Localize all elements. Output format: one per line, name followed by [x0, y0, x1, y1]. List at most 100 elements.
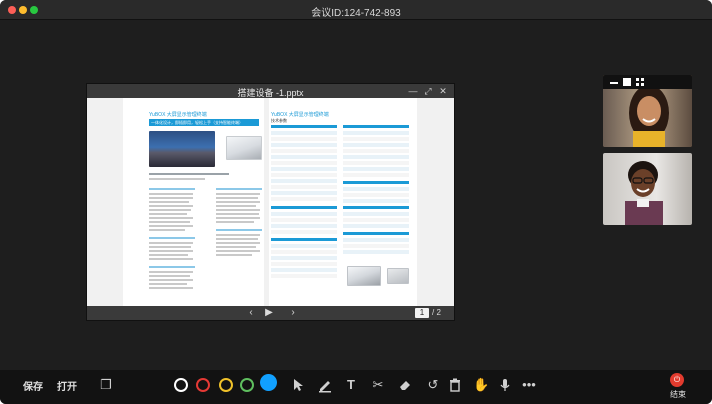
table-row [343, 244, 409, 248]
minimize-icon[interactable] [610, 82, 618, 84]
table-row [271, 224, 337, 228]
page-banner: 一体化设计，即插即用，轻松上手（支持智能终端） [149, 119, 259, 126]
undo-icon[interactable]: ↺ [425, 377, 441, 393]
text-line [149, 287, 193, 289]
app-window: 会议ID:124-742-893 搭建设备 -1.pptx — ⤢ ✕ YuBO… [0, 0, 712, 404]
page-number-input[interactable]: 1 [415, 308, 429, 318]
text-line [216, 229, 262, 231]
table-row [343, 173, 409, 177]
table-row [271, 155, 337, 159]
table-header [271, 206, 337, 209]
bottom-toolbar: 保存 打开 ❐ T ✂ ↺ ✋ ••• ⏻ 结束 [0, 370, 712, 404]
color-yellow-button[interactable] [219, 378, 233, 392]
table-row [271, 191, 337, 195]
text-line [216, 250, 260, 252]
table-row [343, 131, 409, 135]
minimize-viewer-button[interactable]: — [407, 85, 419, 97]
slide-page-left: YuBOX 大屏显示管理终端 一体化设计，即插即用，轻松上手（支持智能终端） [123, 98, 264, 306]
text-line [149, 266, 195, 268]
save-button[interactable]: 保存 [23, 378, 43, 393]
video-controls-bar [603, 75, 692, 89]
eraser-icon[interactable] [397, 377, 413, 393]
table-header [343, 206, 409, 209]
color-white-button[interactable] [174, 378, 188, 392]
table-row [271, 185, 337, 189]
pen-icon[interactable] [317, 377, 333, 393]
table-row [343, 224, 409, 228]
text-line [149, 258, 193, 260]
color-red-button[interactable] [196, 378, 210, 392]
table-header [343, 232, 409, 235]
table-row [271, 250, 337, 254]
table-row [343, 167, 409, 171]
viewer-footer: ‹ ▶ › 1 / 2 [87, 306, 454, 320]
table-row [343, 193, 409, 197]
copy-icon[interactable]: ❐ [98, 377, 114, 393]
close-viewer-button[interactable]: ✕ [437, 85, 449, 97]
color-blue-button[interactable] [260, 374, 277, 391]
table-row [271, 197, 337, 201]
conference-hall-photo [149, 131, 215, 167]
table-row [343, 187, 409, 191]
video-tile-participant-2[interactable] [603, 153, 692, 225]
open-button[interactable]: 打开 [57, 378, 77, 393]
text-line [149, 229, 185, 231]
text-line [216, 238, 258, 240]
table-row [343, 212, 409, 216]
text-line [216, 197, 258, 199]
slide-page-area: YuBOX 大屏显示管理终端 一体化设计，即插即用，轻松上手（支持智能终端） Y… [87, 98, 454, 306]
pointer-icon[interactable] [291, 377, 307, 393]
table-row [271, 167, 337, 171]
table-header [271, 238, 337, 241]
table-header [271, 125, 337, 128]
text-line [216, 193, 260, 195]
grid-view-icon[interactable] [636, 78, 644, 86]
text-line [149, 254, 188, 256]
text-line [149, 225, 193, 227]
hand-icon[interactable]: ✋ [473, 377, 489, 393]
text-line [149, 209, 191, 211]
table-row [271, 131, 337, 135]
page-subtitle: 技术参数 [271, 118, 287, 123]
expand-viewer-button[interactable]: ⤢ [422, 85, 434, 97]
single-view-icon[interactable] [623, 78, 631, 86]
trash-icon[interactable] [447, 377, 463, 393]
more-icon[interactable]: ••• [521, 377, 537, 393]
table-row [271, 230, 337, 234]
table-row [271, 244, 337, 248]
text-line [149, 250, 193, 252]
next-page-button[interactable]: › [286, 307, 300, 319]
text-line [216, 201, 260, 203]
text-line [149, 193, 193, 195]
color-green-button[interactable] [240, 378, 254, 392]
table-row [271, 149, 337, 153]
text-line [216, 205, 256, 207]
table-row [343, 155, 409, 159]
text-icon[interactable]: T [343, 377, 359, 393]
end-meeting-label[interactable]: 结束 [670, 389, 686, 400]
table-row [343, 161, 409, 165]
table-header [343, 125, 409, 128]
table-header [343, 181, 409, 184]
prev-page-button[interactable]: ‹ [244, 307, 258, 319]
video-tile-participant-1[interactable] [603, 75, 692, 147]
text-line [149, 217, 193, 219]
table-row [271, 262, 337, 266]
text-line [216, 221, 254, 223]
microphone-icon[interactable] [497, 377, 513, 393]
table-row [271, 218, 337, 222]
text-line [149, 178, 205, 180]
text-line [216, 246, 256, 248]
text-line [216, 209, 260, 211]
play-button[interactable]: ▶ [262, 307, 276, 319]
meeting-id-title: 会议ID:124-742-893 [311, 8, 401, 19]
scissors-icon[interactable]: ✂ [370, 377, 386, 393]
text-line [149, 201, 189, 203]
title-bar: 会议ID:124-742-893 [0, 0, 712, 20]
end-meeting-icon[interactable]: ⏻ [670, 373, 684, 387]
text-line [216, 188, 262, 190]
table-row [271, 173, 337, 177]
page-total: / 2 [432, 308, 441, 317]
page-title: YuBOX 大屏显示管理终端 [271, 112, 329, 118]
table-row [271, 268, 337, 272]
